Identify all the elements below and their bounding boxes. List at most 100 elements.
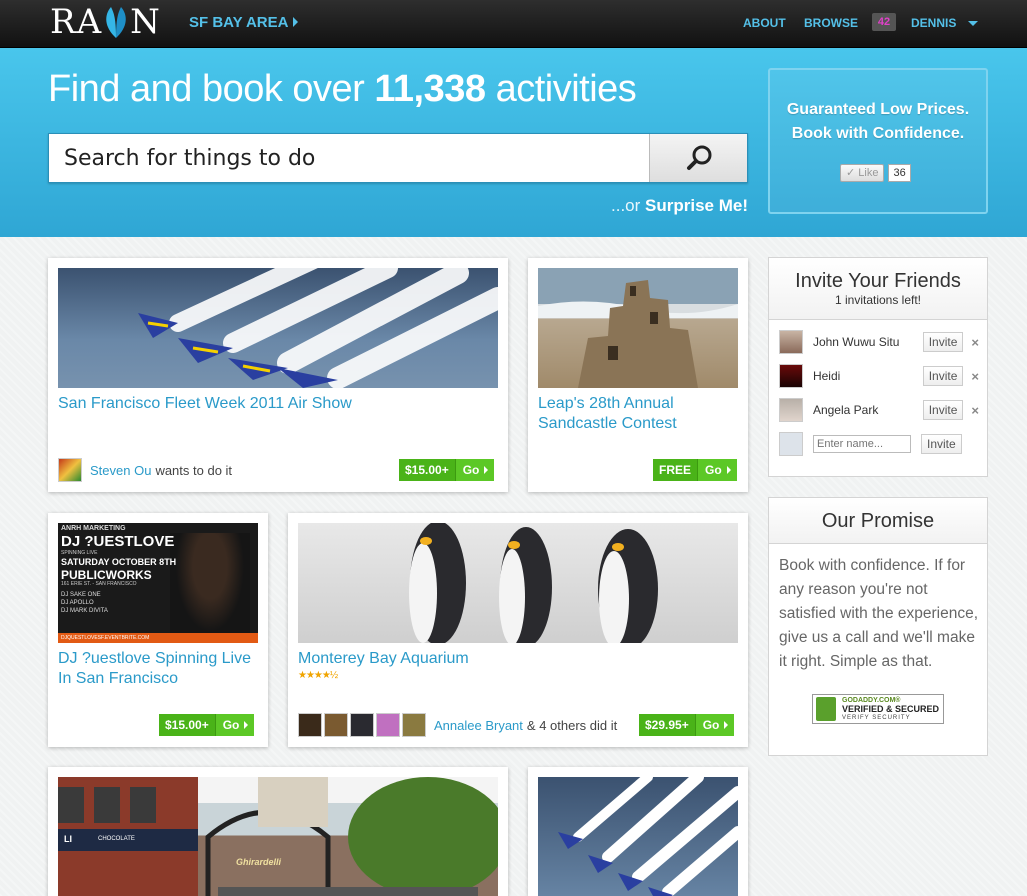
- friend-name-input[interactable]: [813, 435, 911, 453]
- jets-photo: [558, 777, 738, 896]
- avatar[interactable]: [350, 713, 374, 737]
- region-selector[interactable]: SF BAY AREA: [189, 14, 299, 31]
- search-input[interactable]: [49, 134, 649, 182]
- activity-card[interactable]: San Francisco Fleet Week 2011 Air Show S…: [48, 258, 508, 492]
- invite-button[interactable]: Invite: [922, 400, 964, 420]
- activity-title[interactable]: San Francisco Fleet Week 2011 Air Show: [58, 394, 498, 414]
- avatar: [779, 364, 803, 388]
- content-area: San Francisco Fleet Week 2011 Air Show S…: [0, 237, 1027, 896]
- promo-line-1: Guaranteed Low Prices.: [786, 101, 970, 118]
- arch-sign: Ghirardelli: [236, 857, 282, 867]
- avatar: [779, 398, 803, 422]
- headline-suffix: activities: [485, 68, 637, 110]
- invite-button[interactable]: Invite: [922, 366, 964, 386]
- caret-right-icon: [293, 17, 299, 27]
- logo-text-right: N: [130, 2, 161, 42]
- browse-link[interactable]: BROWSE: [804, 16, 858, 30]
- avatar: [779, 330, 803, 354]
- close-icon[interactable]: ×: [971, 335, 979, 350]
- shop-sign: CHOCOLATE: [98, 836, 135, 842]
- poster-url: DJQUESTLOVESF.EVENTBRITE.COM: [58, 633, 258, 643]
- promo-line-2: Book with Confidence.: [791, 125, 965, 142]
- logo-text-left: RA: [50, 2, 103, 42]
- activity-social: Annalee Bryant & 4 others did it: [298, 713, 617, 737]
- activity-image[interactable]: [298, 523, 738, 643]
- godaddy-security-badge[interactable]: GODADDY.COM® VERIFIED & SECURED VERIFY S…: [812, 694, 944, 724]
- avatar[interactable]: [58, 458, 82, 482]
- facebook-like: ✓ Like 36: [840, 164, 911, 182]
- activity-card[interactable]: LI CHOCOLATE Ghirardelli: [48, 767, 508, 896]
- avatar[interactable]: [376, 713, 400, 737]
- price-label: $15.00+: [159, 714, 216, 736]
- search-button[interactable]: [649, 134, 747, 182]
- like-label: Like: [858, 167, 879, 179]
- price-go-button[interactable]: $15.00+ Go: [159, 714, 255, 736]
- surprise-me-row: ...or Surprise Me!: [611, 196, 748, 216]
- hero-banner: Find and book over 11,338 activities ...…: [0, 48, 1027, 237]
- notification-badge[interactable]: 42: [872, 13, 896, 31]
- activity-card[interactable]: [528, 767, 748, 896]
- search-icon: [687, 145, 712, 170]
- activity-card[interactable]: Leap's 28th Annual Sandcastle Contest FR…: [528, 258, 748, 492]
- avatar[interactable]: [298, 713, 322, 737]
- activity-image[interactable]: LI CHOCOLATE Ghirardelli: [58, 777, 498, 896]
- activity-image[interactable]: [538, 777, 738, 896]
- sandcastle-photo: [538, 280, 738, 388]
- user-link[interactable]: Annalee Bryant: [434, 718, 523, 733]
- top-navigation-bar: RA N SF BAY AREA ABOUT BROWSE 42 DENNIS: [0, 0, 1027, 48]
- activity-title[interactable]: Monterey Bay Aquarium: [298, 649, 598, 669]
- surprise-me-link[interactable]: Surprise Me!: [645, 196, 748, 215]
- activity-image[interactable]: [58, 268, 498, 388]
- poster-spin: SPINNING LIVE: [61, 550, 98, 556]
- lock-icon: [816, 697, 836, 721]
- invite-button[interactable]: Invite: [921, 434, 962, 454]
- go-label: Go: [455, 459, 495, 481]
- chevron-down-icon[interactable]: [968, 21, 978, 26]
- headline-prefix: Find and book over: [48, 68, 375, 110]
- close-icon[interactable]: ×: [971, 369, 979, 384]
- promise-text: Book with confidence. If for any reason …: [779, 557, 979, 670]
- close-icon[interactable]: ×: [971, 403, 979, 418]
- price-label: $29.95+: [639, 714, 696, 736]
- activity-action: wants to do it: [155, 462, 233, 478]
- page-headline: Find and book over 11,338 activities: [48, 68, 637, 111]
- shop-letters: LI: [64, 834, 72, 844]
- activity-title[interactable]: DJ ?uestlove Spinning Live In San Franci…: [58, 649, 258, 689]
- activity-card[interactable]: Monterey Bay Aquarium ★★★★½ Annalee Brya…: [288, 513, 748, 747]
- user-link[interactable]: Steven Ou: [90, 463, 151, 478]
- price-go-button[interactable]: $29.95+ Go: [639, 714, 735, 736]
- penguins-photo: [409, 523, 658, 643]
- invite-subtitle: 1 invitations left!: [834, 293, 922, 307]
- activity-image[interactable]: [538, 268, 738, 388]
- friend-name: Heidi: [812, 369, 841, 383]
- friend-name: John Wuwu Situ: [812, 335, 900, 349]
- like-count: 36: [888, 164, 911, 182]
- invite-panel-header: Invite Your Friends 1 invitations left!: [769, 258, 987, 320]
- search-bar: [48, 133, 748, 183]
- price-go-button[interactable]: $15.00+ Go: [399, 459, 495, 481]
- leaf-icon: [106, 7, 126, 38]
- activity-card[interactable]: ANRH MARKETING DJ ?UESTLOVE SPINNING LIV…: [48, 513, 268, 747]
- poster-djs: DJ SAKE ONE DJ APOLLO DJ MARK DIVITA: [61, 591, 108, 615]
- badge-line-3: VERIFY SECURITY: [842, 714, 911, 721]
- poster-dj: DJ SAKE ONE: [61, 592, 101, 598]
- avatar[interactable]: [324, 713, 348, 737]
- activity-social: Steven Ou wants to do it: [58, 458, 232, 482]
- friend-row: Heidi Invite ×: [779, 363, 979, 389]
- like-button[interactable]: ✓ Like: [840, 164, 885, 182]
- promise-title: Our Promise: [821, 510, 935, 532]
- go-label: Go: [215, 714, 255, 736]
- about-link[interactable]: ABOUT: [743, 16, 786, 30]
- ravn-logo[interactable]: RA N: [50, 4, 161, 40]
- badge-line-2: VERIFIED & SECURED: [842, 703, 940, 714]
- go-label: Go: [698, 459, 737, 481]
- friend-row: John Wuwu Situ Invite ×: [779, 329, 979, 355]
- activity-title[interactable]: Leap's 28th Annual Sandcastle Contest: [538, 394, 728, 434]
- jets-photo: [138, 268, 498, 388]
- price-go-button[interactable]: FREE Go: [653, 459, 737, 481]
- invite-button[interactable]: Invite: [922, 332, 964, 352]
- poster-top: ANRH MARKETING: [61, 525, 126, 532]
- activity-image[interactable]: ANRH MARKETING DJ ?UESTLOVE SPINNING LIV…: [58, 523, 258, 643]
- avatar[interactable]: [402, 713, 426, 737]
- user-menu[interactable]: DENNIS: [911, 16, 956, 30]
